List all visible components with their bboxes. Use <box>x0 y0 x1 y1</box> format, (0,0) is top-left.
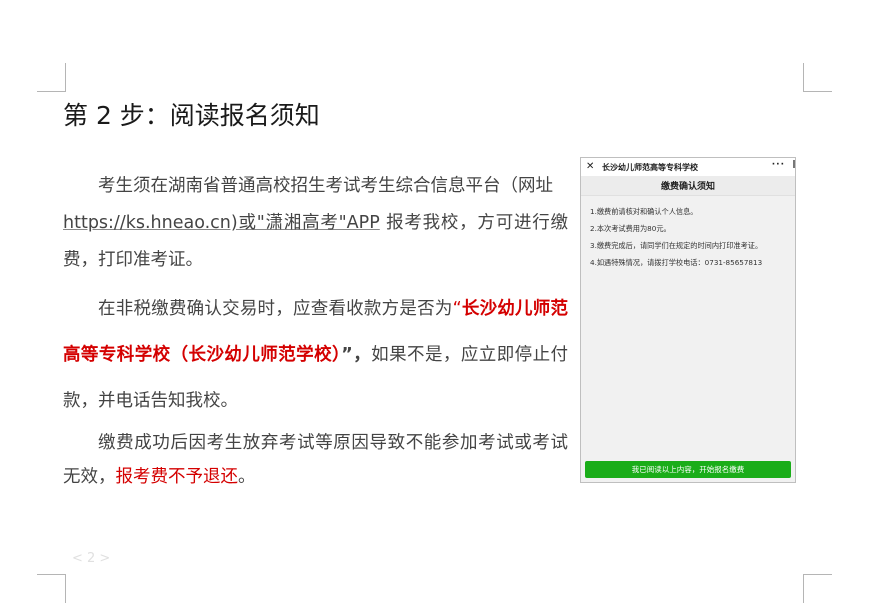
list-item: 1.缴费前请核对和确认个人信息。 <box>590 207 698 216</box>
paragraph-refund-policy: 缴费成功后因考生放弃考试等原因导致不能参加考试或考试无效，报考费不予退还。 <box>63 426 568 494</box>
list-item: 4.如遇特殊情况，请拨打学校电话：0731-85657813 <box>590 258 763 267</box>
paragraph-registration-platform: 考生须在湖南省普通高校招生考试考生综合信息平台（网址 https://ks.hne… <box>63 168 568 279</box>
quote-close: ”， <box>341 345 372 365</box>
platform-url-link[interactable]: https://ks.hneao.cn)或"潇湘高考"APP <box>63 213 380 233</box>
paragraph1-text-start: 考生须在湖南省普通高校招生考试考生综合信息平台（网址 <box>98 176 553 196</box>
scrollbar[interactable] <box>793 160 795 168</box>
list-item: 2.本次考试费用为80元。 <box>590 224 671 233</box>
crop-mark-top-right <box>803 63 832 92</box>
phone-header: ✕ 长沙幼儿师范高等专科学校 ··· <box>581 158 795 176</box>
close-icon[interactable]: ✕ <box>586 162 596 172</box>
crop-mark-top-left <box>37 63 66 92</box>
paragraph-payee-check: 在非税缴费确认交易时，应查看收款方是否为“长沙幼儿师范高等专科学校（长沙幼儿师范… <box>63 286 568 424</box>
start-payment-button[interactable]: 我已阅读以上内容，开始报名缴费 <box>585 461 791 478</box>
list-item: 3.缴费完成后，请同学们在规定的时间内打印准考证。 <box>590 241 763 250</box>
paragraph3-text-end: 。 <box>238 467 256 487</box>
page-number: < 2 > <box>72 551 111 566</box>
phone-app-title: 长沙幼儿师范高等专科学校 <box>602 162 698 172</box>
no-refund-notice: 报考费不予退还 <box>115 467 239 487</box>
crop-mark-bottom-left <box>37 574 66 603</box>
notice-list: 1.缴费前请核对和确认个人信息。 2.本次考试费用为80元。 3.缴费完成后，请… <box>590 206 788 274</box>
notice-heading: 缴费确认须知 <box>660 182 715 192</box>
quote-open: “ <box>452 299 462 319</box>
more-options-icon[interactable]: ··· <box>772 160 785 170</box>
page-title: 第 2 步：阅读报名须知 <box>63 101 320 130</box>
phone-screenshot: ✕ 长沙幼儿师范高等专科学校 ··· 缴费确认须知 1.缴费前请核对和确认个人信… <box>580 157 796 483</box>
crop-mark-bottom-right <box>803 574 832 603</box>
paragraph2-text-start: 在非税缴费确认交易时，应查看收款方是否为 <box>98 299 453 319</box>
